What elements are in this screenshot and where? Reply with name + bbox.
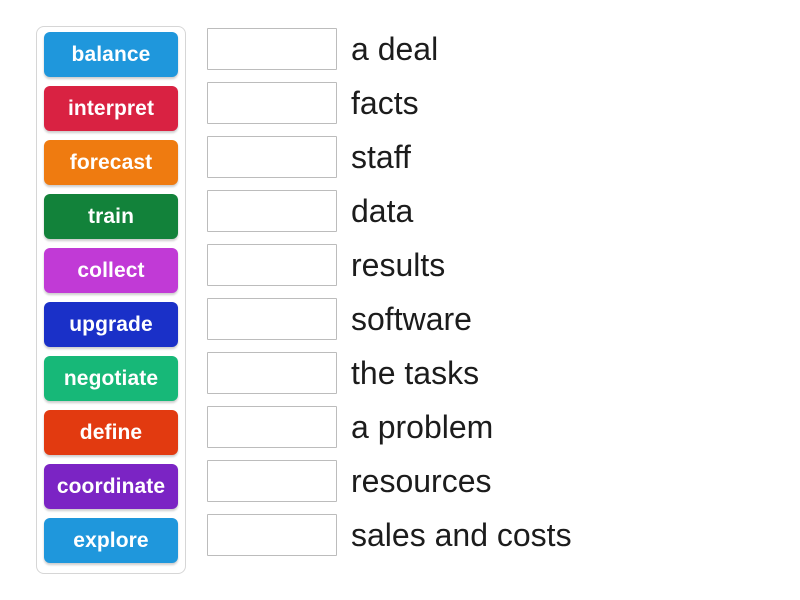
draggable-tile[interactable]: train <box>44 194 178 239</box>
row-prompt-text: results <box>351 247 446 283</box>
row-prompt-text: sales and costs <box>351 517 572 553</box>
draggable-tile[interactable]: define <box>44 410 178 455</box>
tile-label: explore <box>73 529 149 552</box>
row-prompt-text: facts <box>351 85 419 121</box>
row-prompt-text: the tasks <box>351 355 480 391</box>
drop-zone[interactable] <box>207 298 337 340</box>
row-prompt-text: a problem <box>351 409 494 445</box>
match-up-activity: balance interpret forecast train collect upgr… <box>0 0 800 600</box>
row-prompt-text: resources <box>351 463 492 499</box>
row-prompt-text: data <box>351 193 414 229</box>
draggable-tile[interactable]: balance <box>44 32 178 77</box>
drop-zone[interactable] <box>207 352 337 394</box>
tile-label: define <box>79 421 143 444</box>
tile-label: balance <box>71 43 151 66</box>
draggable-tile[interactable]: collect <box>44 248 178 293</box>
answer-row: facts <box>207 82 787 124</box>
draggable-tile[interactable]: explore <box>44 518 178 563</box>
drop-zone[interactable] <box>207 28 337 70</box>
answer-row: sales and costs <box>207 514 787 556</box>
draggable-tile[interactable]: negotiate <box>44 356 178 401</box>
tile-label: coordinate <box>56 475 166 498</box>
tile-label: forecast <box>69 151 153 174</box>
answer-row: a deal <box>207 28 787 70</box>
drop-zone[interactable] <box>207 406 337 448</box>
drop-zone[interactable] <box>207 514 337 556</box>
drop-zone[interactable] <box>207 82 337 124</box>
draggable-tile[interactable]: forecast <box>44 140 178 185</box>
answer-row: software <box>207 298 787 340</box>
drop-zone[interactable] <box>207 244 337 286</box>
tile-label: negotiate <box>63 367 159 390</box>
draggable-tile[interactable]: coordinate <box>44 464 178 509</box>
answer-row: data <box>207 190 787 232</box>
drop-zone[interactable] <box>207 136 337 178</box>
tile-label: train <box>87 205 134 228</box>
answer-row: results <box>207 244 787 286</box>
answer-row: a problem <box>207 406 787 448</box>
row-prompt-text: a deal <box>351 31 439 67</box>
draggable-tile[interactable]: upgrade <box>44 302 178 347</box>
tile-label: collect <box>77 259 145 282</box>
drop-zone[interactable] <box>207 190 337 232</box>
answer-rows-list: a deal facts staff data results software the t… <box>207 28 787 568</box>
draggable-tile[interactable]: interpret <box>44 86 178 131</box>
row-prompt-text: staff <box>351 139 411 175</box>
row-prompt-text: software <box>351 301 472 337</box>
drop-zone[interactable] <box>207 460 337 502</box>
draggable-tiles-panel: balance interpret forecast train collect upgr… <box>36 26 186 574</box>
answer-row: staff <box>207 136 787 178</box>
answer-row: the tasks <box>207 352 787 394</box>
tile-label: interpret <box>67 97 155 120</box>
answer-row: resources <box>207 460 787 502</box>
tile-label: upgrade <box>69 313 153 336</box>
